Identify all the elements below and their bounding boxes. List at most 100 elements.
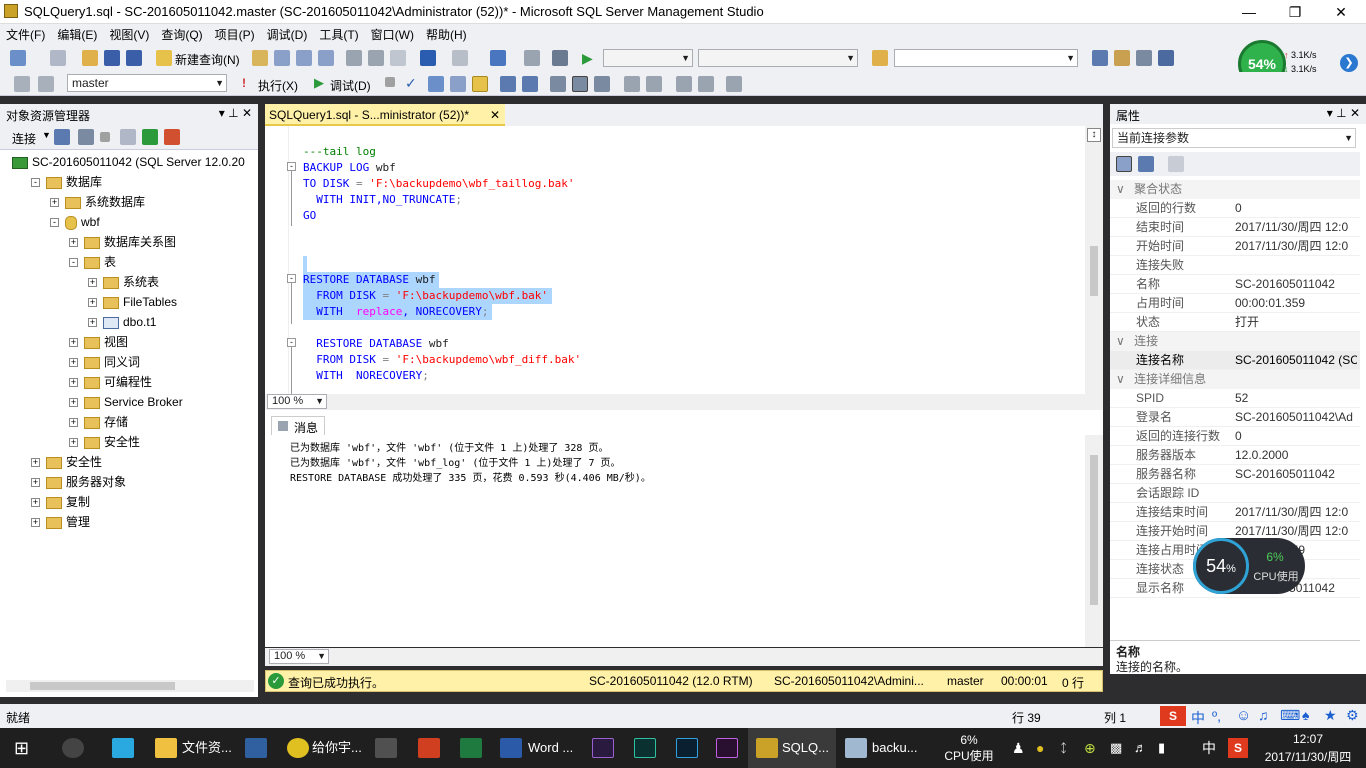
- expand-icon[interactable]: +: [31, 458, 40, 468]
- collapse-icon[interactable]: -: [69, 258, 78, 268]
- results-text-icon[interactable]: [550, 76, 566, 92]
- audition-icon[interactable]: [634, 738, 656, 758]
- properties-object-select[interactable]: 当前连接参数 ▼: [1112, 128, 1356, 148]
- property-row[interactable]: 占用时间 00:00:01.359: [1110, 294, 1360, 313]
- cut-icon[interactable]: [346, 50, 362, 66]
- pane-controls-icon[interactable]: ▾ ⊥ ✕: [1327, 106, 1360, 120]
- ime-keyboard-icon[interactable]: ⌨: [1280, 707, 1300, 724]
- execute-icon[interactable]: !: [242, 76, 246, 90]
- property-row[interactable]: 返回的连接行数 0: [1110, 427, 1360, 446]
- expand-icon[interactable]: +: [69, 358, 78, 368]
- execute-button[interactable]: 执行(X): [258, 77, 298, 94]
- clock-date[interactable]: 2017/11/30/周四: [1258, 748, 1358, 766]
- menu-item[interactable]: 窗口(W): [365, 24, 420, 45]
- tree-node[interactable]: + 安全性: [31, 452, 102, 472]
- property-row[interactable]: SPID 52: [1110, 389, 1360, 408]
- query-icon[interactable]: [252, 50, 268, 66]
- taskbar-ssms[interactable]: SQLQ...: [782, 728, 829, 768]
- chevron-down-icon[interactable]: ∨: [1116, 182, 1128, 196]
- connect-object-icon[interactable]: [54, 129, 70, 145]
- ime-tools-icon[interactable]: ★: [1324, 707, 1337, 724]
- save-icon[interactable]: [104, 50, 120, 66]
- redo-icon[interactable]: [452, 50, 468, 66]
- categorized-icon[interactable]: [1116, 156, 1132, 172]
- property-row[interactable]: 结束时间 2017/11/30/周四 12:0: [1110, 218, 1360, 237]
- sql-editor[interactable]: - - - ---tail log BACKUP LOG wbf TO DISK…: [265, 126, 1103, 394]
- save-all-icon[interactable]: [126, 50, 142, 66]
- menu-item[interactable]: 查询(Q): [155, 24, 208, 45]
- activity-monitor-icon[interactable]: [164, 129, 180, 145]
- results-grid-icon[interactable]: [572, 76, 588, 92]
- ime-emoji-icon[interactable]: ☺: [1236, 707, 1251, 724]
- pane-controls-icon[interactable]: ▾ ⊥ ✕: [219, 106, 252, 120]
- solution-config-select[interactable]: ▼: [603, 49, 693, 67]
- tree-node[interactable]: -表: [69, 252, 116, 272]
- property-category[interactable]: ∨ 聚合状态: [1110, 180, 1360, 199]
- tree-node[interactable]: - wbf: [50, 212, 100, 232]
- expand-icon[interactable]: +: [50, 198, 59, 208]
- client-stats-icon[interactable]: [522, 76, 538, 92]
- tree-node[interactable]: - 数据库: [31, 172, 102, 192]
- expand-icon[interactable]: +: [88, 318, 97, 328]
- new-project-icon[interactable]: [10, 50, 26, 66]
- tray-plus-icon[interactable]: ⊕: [1084, 728, 1096, 768]
- expand-icon[interactable]: +: [31, 498, 40, 508]
- paste-icon[interactable]: [390, 50, 406, 66]
- collapse-icon[interactable]: -: [287, 274, 296, 283]
- tree-node[interactable]: + 数据库关系图: [69, 232, 176, 252]
- connect-icon[interactable]: [14, 76, 30, 92]
- ime-punct-icon[interactable]: º,: [1212, 708, 1221, 724]
- menu-item[interactable]: 编辑(E): [51, 24, 103, 45]
- chevron-down-icon[interactable]: ∨: [1116, 372, 1128, 386]
- tree-node[interactable]: + Service Broker: [69, 392, 183, 412]
- property-row[interactable]: 连接失败: [1110, 256, 1360, 275]
- input-language[interactable]: 中: [1202, 728, 1216, 768]
- property-row[interactable]: 服务器版本 12.0.2000: [1110, 446, 1360, 465]
- expand-icon[interactable]: +: [88, 298, 97, 308]
- navigate-icon[interactable]: [490, 50, 506, 66]
- expand-icon[interactable]: ❯: [1340, 54, 1358, 72]
- word-icon[interactable]: [500, 738, 522, 758]
- include-plan-icon[interactable]: [500, 76, 516, 92]
- photoshop-icon[interactable]: [676, 738, 698, 758]
- tree-horizontal-scrollbar[interactable]: [6, 680, 254, 692]
- bluetooth-icon[interactable]: ᛨ: [1060, 728, 1067, 768]
- notepad-icon[interactable]: [845, 738, 867, 758]
- change-connection-icon[interactable]: [38, 76, 54, 92]
- tree-node[interactable]: + dbo.t1: [88, 312, 156, 332]
- find-in-files-icon[interactable]: [872, 50, 888, 66]
- excel-icon[interactable]: [460, 738, 482, 758]
- expand-icon[interactable]: +: [69, 418, 78, 428]
- start-button[interactable]: ⊞: [14, 728, 29, 768]
- expand-icon[interactable]: +: [69, 238, 78, 248]
- open-file-icon[interactable]: [82, 50, 98, 66]
- screen-icon[interactable]: [552, 50, 568, 66]
- close-tab-icon[interactable]: ✕: [490, 108, 500, 122]
- minimize-button[interactable]: —: [1226, 0, 1272, 24]
- editor-vertical-scrollbar[interactable]: ↕: [1085, 126, 1103, 394]
- tree-node[interactable]: + 复制: [31, 492, 90, 512]
- devtools-icon[interactable]: [245, 738, 267, 758]
- tree-node[interactable]: + 视图: [69, 332, 128, 352]
- volume-icon[interactable]: ♬: [1134, 728, 1147, 768]
- expand-icon[interactable]: +: [69, 438, 78, 448]
- property-row[interactable]: 连接名称 SC-201605011042 (SC: [1110, 351, 1360, 370]
- tree-node[interactable]: + 同义词: [69, 352, 140, 372]
- connect-dropdown-icon[interactable]: ▼: [42, 130, 51, 140]
- network-icon[interactable]: ▩: [1110, 728, 1122, 768]
- alphabetical-icon[interactable]: [1138, 156, 1154, 172]
- menu-item[interactable]: 帮助(H): [420, 24, 473, 45]
- database-select[interactable]: master ▼: [67, 74, 227, 92]
- expand-icon[interactable]: +: [69, 338, 78, 348]
- property-row[interactable]: 状态 打开: [1110, 313, 1360, 332]
- ime-mode[interactable]: 中: [1191, 708, 1205, 728]
- expand-icon[interactable]: +: [88, 278, 97, 288]
- taskbar-file-explorer[interactable]: 文件资...: [182, 728, 232, 768]
- add-item-icon[interactable]: [50, 50, 66, 66]
- tab-sqlquery1[interactable]: SQLQuery1.sql - S...ministrator (52))* ✕: [265, 104, 505, 126]
- property-row[interactable]: 返回的行数 0: [1110, 199, 1360, 218]
- powerpoint-icon[interactable]: [418, 738, 440, 758]
- start-debug-icon[interactable]: ▶: [582, 50, 598, 66]
- parse-icon[interactable]: ✓: [405, 75, 417, 92]
- clock-time[interactable]: 12:07: [1258, 730, 1358, 748]
